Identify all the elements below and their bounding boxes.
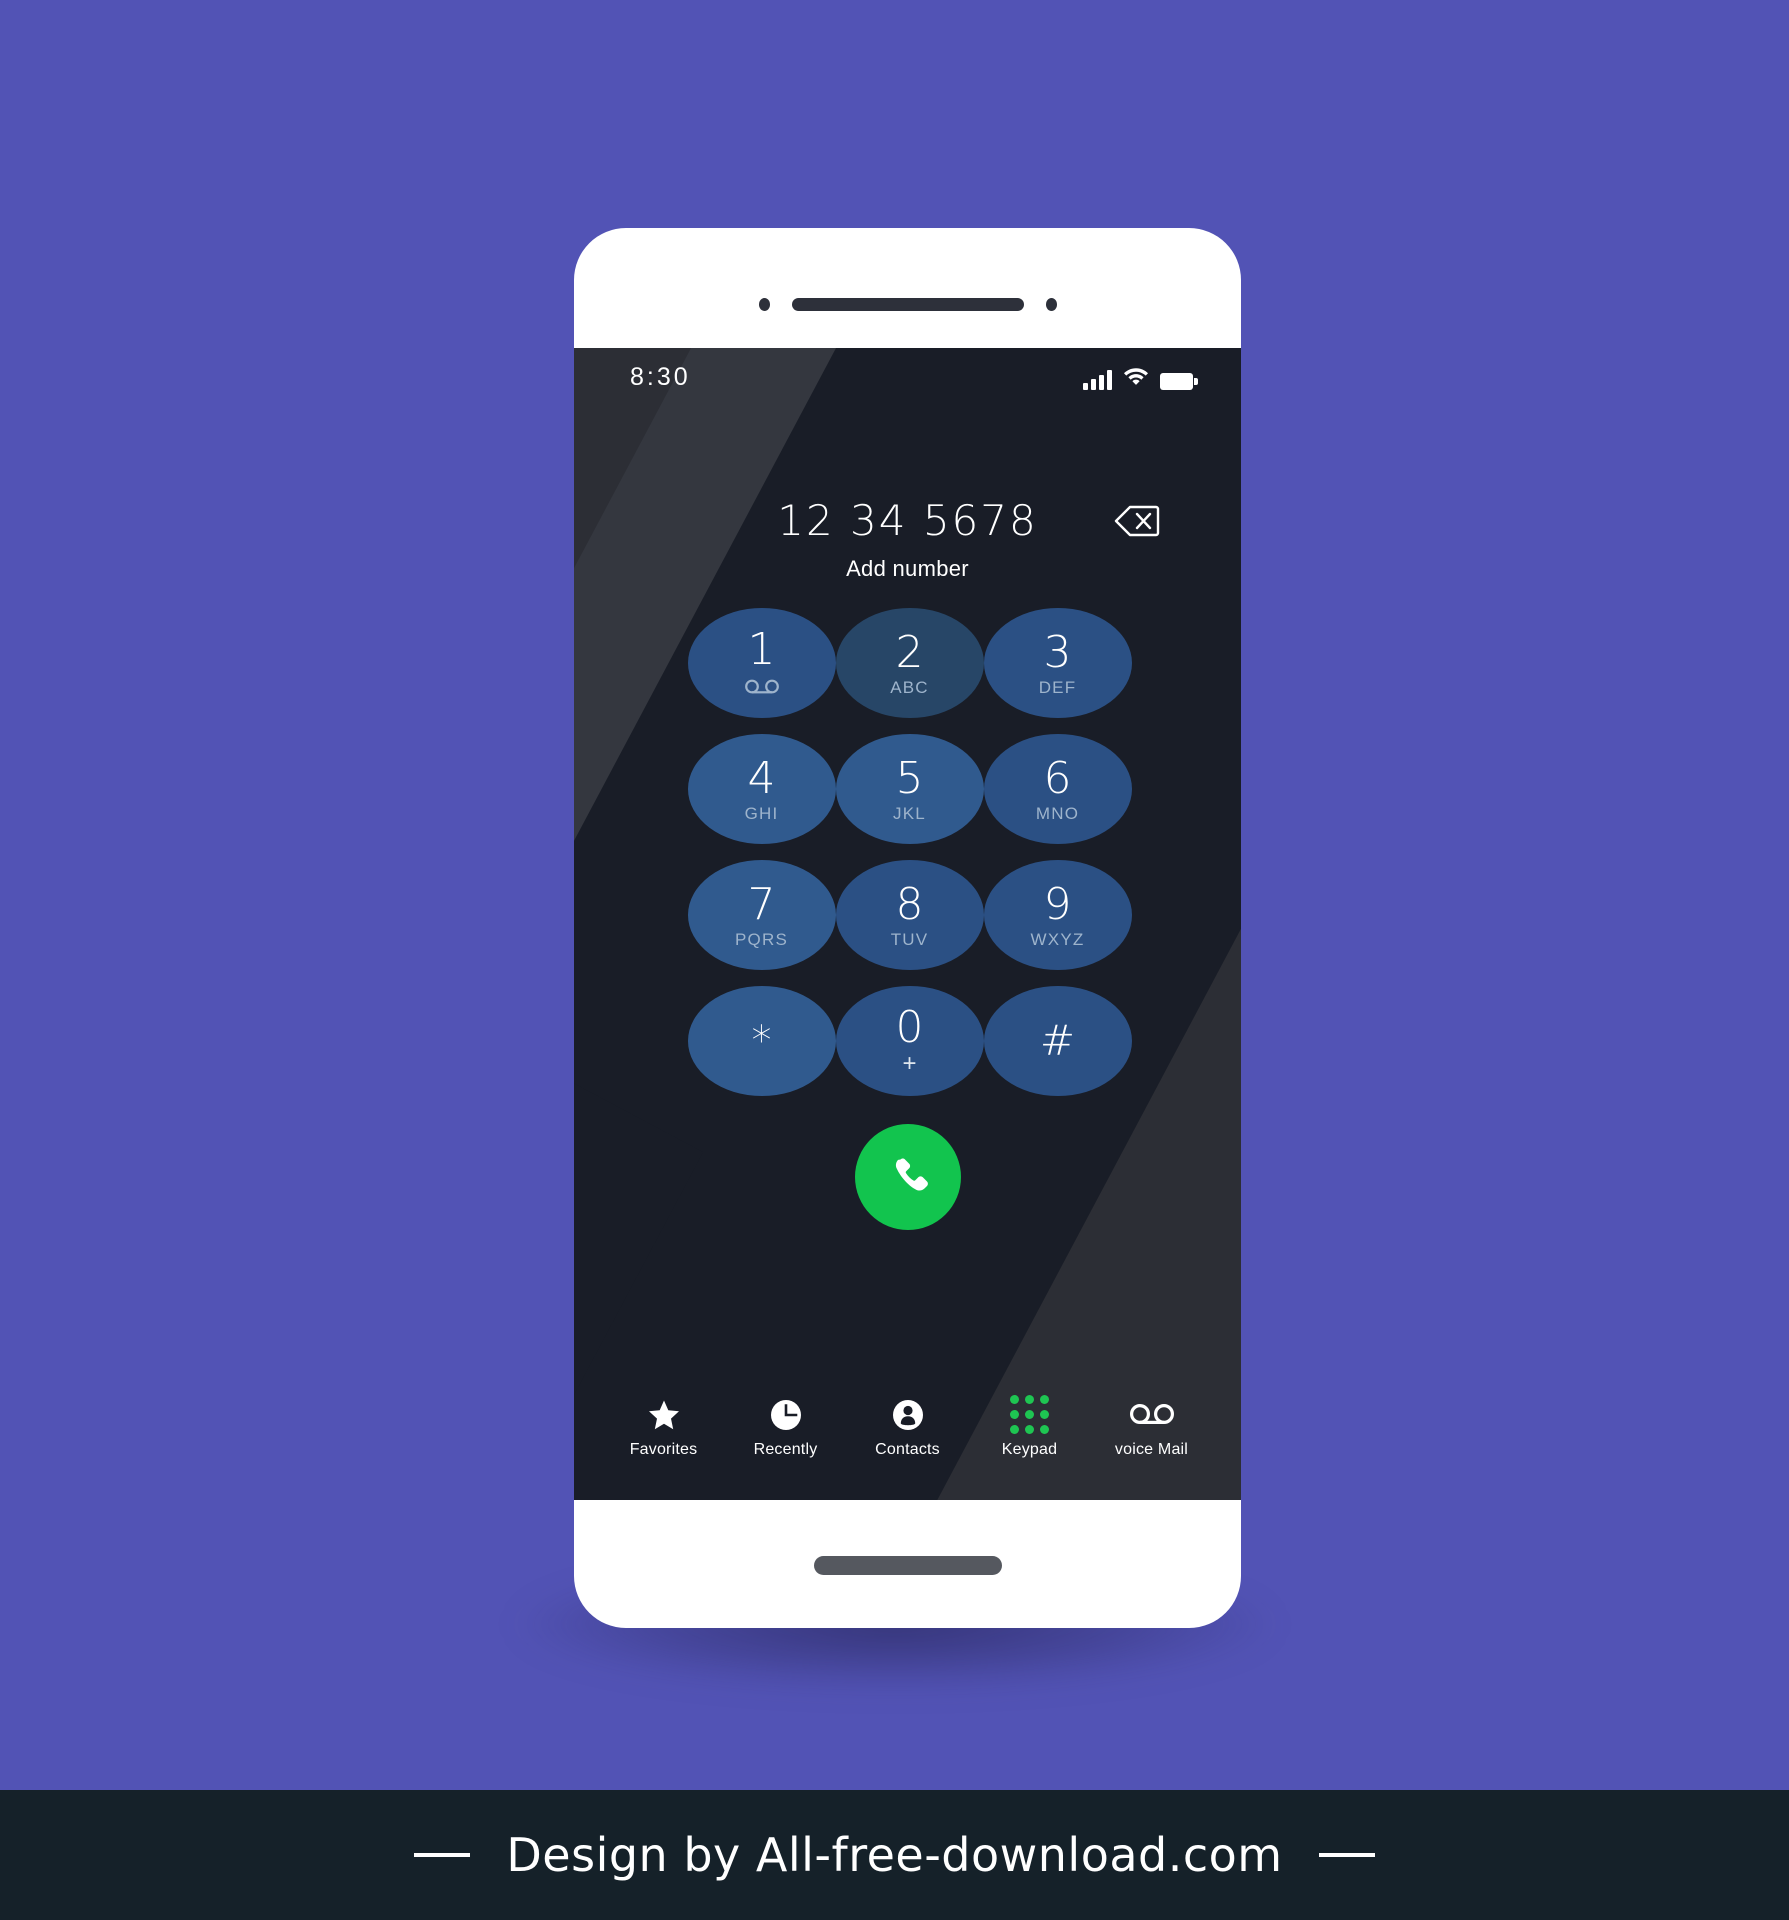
footer-credit-text: Design by All-free-download.com (506, 1828, 1283, 1882)
dial-key-7-circle: 7 PQRS (687, 860, 836, 970)
tab-contacts[interactable]: Contacts (862, 1398, 954, 1459)
dialed-number-text: 12 34 5678 (777, 496, 1038, 545)
tab-favorites-label: Favorites (629, 1440, 698, 1458)
wifi-icon (1123, 365, 1149, 390)
dial-key-2-digit: 2 (895, 626, 924, 678)
bottom-tab-bar: Favorites Recently Contacts Keypad voice… (574, 1372, 1241, 1500)
dial-key-star-digit: * (751, 1018, 772, 1064)
dial-key-5-letters: JKL (893, 803, 926, 823)
dial-key-3-letters: DEF (1038, 677, 1077, 697)
dialer-app: 8:30 12 34 5678 Add number 1 2 ABC 3 DEF… (574, 348, 1241, 1500)
dial-key-3[interactable]: 3 DEF (983, 608, 1132, 718)
dial-key-4-circle: 4 GHI (687, 734, 836, 844)
dial-key-0-digit: 0 (895, 1002, 924, 1053)
phone-screen: 8:30 12 34 5678 Add number 1 2 ABC 3 DEF… (574, 348, 1241, 1500)
dial-keypad: 1 2 ABC 3 DEF 4 GHI 5 JKL 6 MNO 7 PQRS 8… (687, 608, 1132, 1112)
sensor-dot-left-icon (758, 298, 770, 311)
tab-keypad-label: Keypad (1001, 1440, 1058, 1458)
dial-key-0[interactable]: 0 + (835, 986, 984, 1096)
dial-key-2-letters: ABC (890, 677, 929, 697)
tab-contacts-label: Contacts (875, 1440, 940, 1458)
number-display-area: 12 34 5678 Add number (574, 496, 1241, 582)
page-root: 8:30 12 34 5678 Add number 1 2 ABC 3 DEF… (0, 0, 1789, 1920)
dial-key-1-circle: 1 (687, 608, 836, 718)
signal-bars-icon (1083, 369, 1112, 390)
voicemail-icon (744, 679, 780, 699)
dial-key-8-digit: 8 (895, 878, 924, 930)
add-number-label[interactable]: Add number (846, 556, 969, 582)
dial-key-star[interactable]: * (687, 986, 836, 1096)
star-icon (647, 1398, 681, 1432)
dial-key-8[interactable]: 8 TUV (835, 860, 984, 970)
dial-key-5-digit: 5 (895, 752, 924, 804)
footer-dash-left-icon (414, 1853, 471, 1857)
dial-key-7-digit: 7 (747, 878, 776, 930)
tab-recently[interactable]: Recently (740, 1398, 832, 1459)
battery-icon (1160, 372, 1198, 390)
earpiece-speaker-icon (791, 298, 1024, 311)
footer-watermark-bar: Design by All-free-download.com (0, 1790, 1789, 1920)
dial-key-5-circle: 5 JKL (835, 734, 984, 844)
tab-recently-label: Recently (753, 1440, 818, 1458)
home-indicator-bar[interactable] (813, 1556, 1002, 1575)
dial-key-4-letters: GHI (744, 803, 779, 823)
tab-voicemail-label: voice Mail (1114, 1440, 1189, 1458)
dial-key-9-letters: WXYZ (1030, 929, 1085, 949)
dial-key-9[interactable]: 9 WXYZ (983, 860, 1132, 970)
dial-key-8-circle: 8 TUV (835, 860, 984, 970)
dial-key-5[interactable]: 5 JKL (835, 734, 984, 844)
dial-key-1-digit: 1 (747, 623, 776, 675)
phone-device-frame: 8:30 12 34 5678 Add number 1 2 ABC 3 DEF… (574, 228, 1241, 1628)
tab-keypad[interactable]: Keypad (984, 1395, 1076, 1459)
dial-key-7[interactable]: 7 PQRS (687, 860, 836, 970)
tab-favorites[interactable]: Favorites (618, 1398, 710, 1459)
dial-key-0-plus: + (902, 1050, 917, 1077)
footer-dash-right-icon (1318, 1853, 1375, 1857)
dial-key-7-letters: PQRS (735, 929, 788, 949)
dial-key-3-circle: 3 DEF (983, 608, 1132, 718)
dial-key-6-digit: 6 (1043, 752, 1072, 804)
front-camera-dot-icon (1045, 298, 1057, 311)
dial-key-6-circle: 6 MNO (983, 734, 1132, 844)
backspace-delete-icon[interactable] (1111, 501, 1163, 541)
call-button[interactable] (854, 1124, 961, 1230)
dial-key-9-digit: 9 (1043, 878, 1072, 930)
dial-key-hash-circle: # (983, 986, 1132, 1096)
phone-handset-icon (883, 1150, 933, 1205)
tab-voicemail[interactable]: voice Mail (1106, 1398, 1198, 1459)
dial-key-9-circle: 9 WXYZ (983, 860, 1132, 970)
dial-key-6-letters: MNO (1035, 803, 1080, 823)
status-clock: 8:30 (630, 362, 691, 391)
dial-key-3-digit: 3 (1043, 626, 1072, 678)
dial-key-4-digit: 4 (747, 752, 776, 804)
status-icon-group (1083, 365, 1198, 390)
dial-key-hash-digit: # (1039, 1016, 1076, 1065)
dial-key-8-letters: TUV (890, 929, 929, 949)
dial-key-2[interactable]: 2 ABC (835, 608, 984, 718)
dial-key-1[interactable]: 1 (687, 608, 836, 718)
person-circle-icon (892, 1398, 924, 1432)
dial-key-0-circle: 0 + (835, 986, 984, 1096)
voicemail-icon (1129, 1398, 1175, 1432)
dial-key-6[interactable]: 6 MNO (983, 734, 1132, 844)
status-bar: 8:30 (574, 348, 1241, 406)
keypad-dots-icon (1010, 1395, 1049, 1434)
phone-earpiece-row (574, 298, 1241, 311)
number-row: 12 34 5678 (574, 496, 1241, 545)
dial-key-2-circle: 2 ABC (835, 608, 984, 718)
dial-key-star-circle: * (687, 986, 836, 1096)
clock-icon (770, 1398, 802, 1432)
dial-key-hash[interactable]: # (983, 986, 1132, 1096)
dial-key-4[interactable]: 4 GHI (687, 734, 836, 844)
